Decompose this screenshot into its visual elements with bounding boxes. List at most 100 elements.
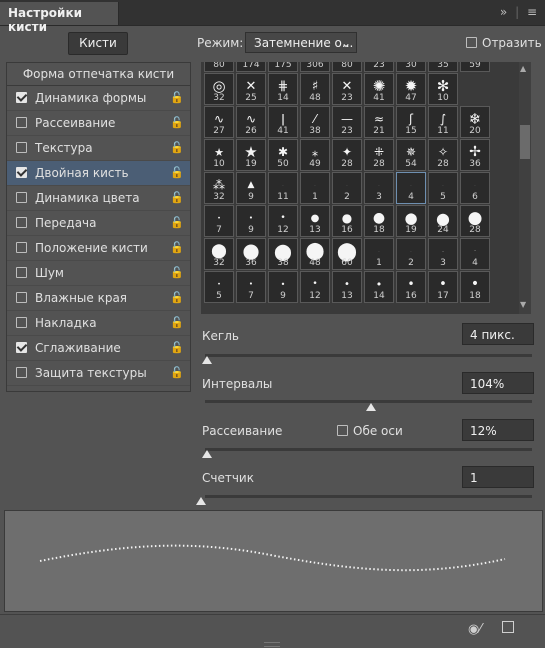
count-slider-track[interactable]: [205, 495, 532, 498]
brush-preset[interactable]: ⁜ 28: [364, 139, 394, 171]
brush-preset[interactable]: ⬤ 32: [204, 238, 234, 270]
brush-preset[interactable]: —23: [332, 106, 362, 138]
brush-preset[interactable]: ≈21: [364, 106, 394, 138]
brush-preset[interactable]: ● 28: [460, 205, 490, 237]
setting-checkbox[interactable]: [16, 192, 27, 203]
brush-preset[interactable]: · 4: [396, 172, 426, 204]
brush-preset[interactable]: ✦ 28: [332, 139, 362, 171]
setting-checkbox[interactable]: [16, 317, 27, 328]
brush-preset[interactable]: ● 24: [428, 205, 458, 237]
scrollbar-thumb[interactable]: [520, 125, 530, 159]
lock-icon[interactable]: 🔓: [170, 311, 184, 335]
setting-checkbox[interactable]: [16, 267, 27, 278]
brush-preset[interactable]: ǀ 41: [268, 106, 298, 138]
count-slider-knob[interactable]: [196, 497, 206, 505]
setting-checkbox[interactable]: [16, 292, 27, 303]
brush-preset[interactable]: 30: [396, 62, 426, 72]
brush-tip-shape-item[interactable]: Форма отпечатка кисти: [7, 63, 190, 86]
brush-setting-item[interactable]: Текстура 🔓: [7, 136, 190, 161]
brush-preset[interactable]: · 3: [364, 172, 394, 204]
brush-preset[interactable]: ∿ 27: [204, 106, 234, 138]
brush-preset[interactable]: · 4: [460, 238, 490, 270]
count-field[interactable]: 1: [462, 466, 534, 488]
panel-menu-icon[interactable]: ≡: [527, 5, 537, 19]
brush-preset[interactable]: · 2: [332, 172, 362, 204]
brush-preset[interactable]: ◎ 32: [204, 73, 234, 105]
flip-checkbox[interactable]: Отразить: [466, 35, 542, 50]
spacing-field[interactable]: 104%: [462, 372, 534, 394]
lock-icon[interactable]: 🔓: [170, 86, 184, 110]
brush-preset[interactable]: ✢ 36: [460, 139, 490, 171]
brush-preset[interactable]: ▲ 9: [236, 172, 266, 204]
lock-icon[interactable]: 🔓: [170, 211, 184, 235]
grid-scrollbar[interactable]: [519, 62, 531, 314]
brush-preset[interactable]: ✕ 25: [236, 73, 266, 105]
brush-preset[interactable]: ★ 19: [236, 139, 266, 171]
size-slider-knob[interactable]: [202, 356, 212, 364]
brush-preset[interactable]: · 1: [364, 238, 394, 270]
visibility-toggle-icon[interactable]: ◉⁄: [468, 622, 482, 637]
brush-preset[interactable]: ✻ 10: [428, 73, 458, 105]
spacing-slider-knob[interactable]: [366, 403, 376, 411]
new-preset-icon[interactable]: [502, 621, 514, 633]
brush-preset[interactable]: 23: [364, 62, 394, 72]
size-slider-track[interactable]: [205, 354, 532, 357]
brush-preset[interactable]: • 9: [268, 271, 298, 303]
brush-preset[interactable]: ✺ 41: [364, 73, 394, 105]
brush-preset[interactable]: • 12: [300, 271, 330, 303]
brush-preset[interactable]: ❄ 20: [460, 106, 490, 138]
lock-icon[interactable]: 🔓: [170, 161, 184, 185]
brush-setting-item[interactable]: Защита текстуры 🔓: [7, 361, 190, 386]
scroll-up-icon[interactable]: ▲: [520, 64, 526, 73]
setting-checkbox[interactable]: [16, 367, 27, 378]
double-chevron-right-icon[interactable]: »: [500, 5, 507, 19]
brush-preset[interactable]: ⬤ 36: [236, 238, 266, 270]
brush-preset[interactable]: ✧ 28: [428, 139, 458, 171]
setting-checkbox[interactable]: [16, 342, 27, 353]
brush-setting-item[interactable]: Положение кисти 🔓: [7, 236, 190, 261]
brush-setting-item[interactable]: Динамика цвета 🔓: [7, 186, 190, 211]
resize-grip-icon[interactable]: [264, 642, 280, 647]
brush-preset[interactable]: • 14: [364, 271, 394, 303]
brush-preset[interactable]: ⬤ 38: [268, 238, 298, 270]
lock-icon[interactable]: 🔓: [170, 111, 184, 135]
brush-preset[interactable]: 80: [204, 62, 234, 72]
size-field[interactable]: 4 пикс.: [462, 323, 534, 345]
brush-preset[interactable]: 175: [268, 62, 298, 72]
brush-setting-item[interactable]: Сглаживание 🔓: [7, 336, 190, 361]
setting-checkbox[interactable]: [16, 92, 27, 103]
brush-setting-item[interactable]: Рассеивание 🔓: [7, 111, 190, 136]
brush-setting-item[interactable]: Шум 🔓: [7, 261, 190, 286]
brush-preset[interactable]: ✵ 54: [396, 139, 426, 171]
panel-tab[interactable]: Настройки кисти: [0, 2, 119, 34]
brush-preset[interactable]: ʃ 15: [396, 106, 426, 138]
brush-preset[interactable]: • 5: [204, 271, 234, 303]
brush-preset[interactable]: 59: [460, 62, 490, 72]
setting-checkbox[interactable]: [16, 167, 27, 178]
setting-checkbox[interactable]: [16, 242, 27, 253]
brush-preset[interactable]: ✕ 23: [332, 73, 362, 105]
brush-preset[interactable]: · 3: [428, 238, 458, 270]
mode-dropdown[interactable]: Затемнение о... ⌄: [245, 32, 357, 53]
brush-preset[interactable]: ✹ 47: [396, 73, 426, 105]
brush-preset[interactable]: ● 16: [332, 205, 362, 237]
setting-checkbox[interactable]: [16, 117, 27, 128]
brush-setting-item[interactable]: Двойная кисть 🔓: [7, 161, 190, 186]
brush-preset[interactable]: 80: [332, 62, 362, 72]
setting-checkbox[interactable]: [16, 142, 27, 153]
brush-preset[interactable]: ⋕ 14: [268, 73, 298, 105]
brush-preset[interactable]: • 18: [460, 271, 490, 303]
brush-preset[interactable]: • 12: [268, 205, 298, 237]
scroll-down-icon[interactable]: ▼: [520, 300, 526, 309]
brush-preset[interactable]: • 7: [236, 271, 266, 303]
brush-preset[interactable]: · 1: [300, 172, 330, 204]
brush-preset[interactable]: 306: [300, 62, 330, 72]
brush-preset[interactable]: • 17: [428, 271, 458, 303]
brush-preset[interactable]: ● 18: [364, 205, 394, 237]
brush-preset[interactable]: · 6: [460, 172, 490, 204]
brush-preset[interactable]: ✱ 50: [268, 139, 298, 171]
lock-icon[interactable]: 🔓: [170, 286, 184, 310]
brush-preset[interactable]: 35: [428, 62, 458, 72]
lock-icon[interactable]: 🔓: [170, 136, 184, 160]
brush-preset[interactable]: ● 13: [300, 205, 330, 237]
